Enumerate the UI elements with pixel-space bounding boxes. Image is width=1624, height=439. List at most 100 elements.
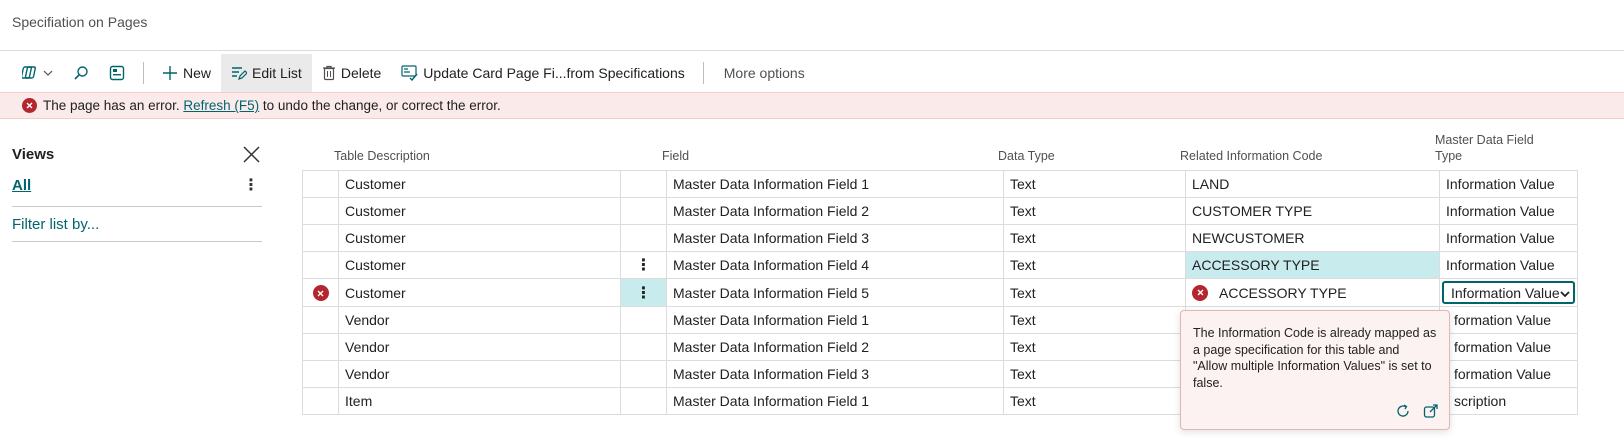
column-header-data-type[interactable]: Data Type	[998, 148, 1055, 164]
views-pane: Views All ⋮ Filter list by...	[12, 140, 262, 242]
table-row[interactable]: Customer Master Data Information Field 3…	[302, 224, 1578, 252]
update-card-page-button[interactable]: Update Card Page Fi...from Specification…	[391, 54, 694, 92]
cell-table-description[interactable]: Customer	[338, 278, 621, 307]
field-error-icon	[1192, 284, 1208, 301]
row-menu-cell[interactable]	[620, 333, 667, 361]
update-card-page-label: Update Card Page Fi...from Specification…	[423, 65, 685, 81]
master-type-select[interactable]: Information Value	[1439, 278, 1578, 307]
cell-related-code[interactable]: CUSTOMER TYPE	[1185, 197, 1440, 225]
actions-menu-button[interactable]	[12, 54, 63, 92]
cell-related-code[interactable]: ACCESSORY TYPE	[1185, 251, 1440, 279]
column-header-related-information-code[interactable]: Related Information Code	[1180, 148, 1322, 164]
cell-data-type[interactable]: Text	[1003, 251, 1186, 279]
new-button[interactable]: New	[152, 54, 221, 92]
more-options-button[interactable]: More options	[712, 54, 815, 92]
row-actions-icon[interactable]: ⋮	[636, 257, 652, 274]
chevron-down-icon	[43, 69, 53, 77]
cell-field[interactable]: Master Data Information Field 3	[666, 360, 1004, 388]
toolbar-separator	[143, 62, 144, 84]
new-label: New	[183, 65, 212, 81]
cell-master-type[interactable]: Information Value	[1439, 170, 1578, 198]
cell-data-type[interactable]: Text	[1003, 197, 1186, 225]
view-all-link[interactable]: All	[12, 177, 31, 194]
cell-table-description[interactable]: Vendor	[338, 306, 621, 334]
cell-table-description[interactable]: Item	[338, 387, 621, 415]
cell-data-type[interactable]: Text	[1003, 306, 1186, 334]
cell-data-type[interactable]: Text	[1003, 387, 1186, 415]
share-icon[interactable]	[1423, 403, 1439, 419]
cell-field[interactable]: Master Data Information Field 1	[666, 387, 1004, 415]
cell-field[interactable]: Master Data Information Field 1	[666, 170, 1004, 198]
cell-master-type[interactable]: formation Value	[1439, 333, 1578, 361]
cell-data-type[interactable]: Text	[1003, 360, 1186, 388]
layout-button[interactable]	[99, 54, 135, 92]
column-header-table-description[interactable]: Table Description	[334, 148, 430, 164]
title-divider	[0, 50, 1624, 51]
cell-table-description[interactable]: Customer	[338, 170, 621, 198]
row-menu-cell[interactable]	[620, 306, 667, 334]
row-menu-cell[interactable]: ⋮	[620, 251, 667, 279]
cell-field[interactable]: Master Data Information Field 5	[666, 278, 1004, 307]
row-actions-icon[interactable]: ⋮	[636, 285, 652, 302]
edit-list-icon	[231, 65, 248, 81]
cell-master-type[interactable]: Information Value	[1439, 251, 1578, 279]
row-menu-cell[interactable]	[620, 360, 667, 388]
plus-icon	[162, 65, 178, 81]
cell-related-code-error[interactable]: ACCESSORY TYPE	[1185, 278, 1440, 307]
cell-table-description[interactable]: Vendor	[338, 333, 621, 361]
column-header-master-data-field-type[interactable]: Master Data Field Type	[1435, 132, 1555, 164]
views-title: Views	[12, 145, 55, 163]
row-indicator	[302, 197, 339, 225]
search-icon	[73, 65, 89, 81]
cell-master-type[interactable]: Information Value	[1439, 197, 1578, 225]
row-menu-cell[interactable]	[620, 197, 667, 225]
table-row-error[interactable]: Customer ⋮ Master Data Information Field…	[302, 278, 1578, 307]
filter-list-by-link[interactable]: Filter list by...	[12, 207, 262, 241]
cell-master-type[interactable]: formation Value	[1439, 306, 1578, 334]
validation-error-tooltip: The Information Code is already mapped a…	[1180, 310, 1450, 430]
row-menu-cell[interactable]	[620, 387, 667, 415]
cell-master-type[interactable]: Information Value	[1439, 224, 1578, 252]
close-views-button[interactable]	[240, 143, 262, 165]
chevron-down-icon	[1560, 285, 1570, 301]
search-button[interactable]	[63, 54, 99, 92]
cell-field[interactable]: Master Data Information Field 2	[666, 333, 1004, 361]
row-indicator	[302, 360, 339, 388]
cell-field[interactable]: Master Data Information Field 3	[666, 224, 1004, 252]
cell-data-type[interactable]: Text	[1003, 333, 1186, 361]
table-row[interactable]: Customer ⋮ Master Data Information Field…	[302, 251, 1578, 279]
row-menu-cell[interactable]: ⋮	[620, 278, 667, 307]
error-notification-bar: The page has an error. Refresh (F5) to u…	[0, 92, 1624, 119]
cell-table-description[interactable]: Customer	[338, 224, 621, 252]
cell-related-code[interactable]: NEWCUSTOMER	[1185, 224, 1440, 252]
cell-master-type[interactable]: formation Value	[1439, 360, 1578, 388]
row-menu-cell[interactable]	[620, 170, 667, 198]
cell-field[interactable]: Master Data Information Field 4	[666, 251, 1004, 279]
toolbar-separator	[702, 62, 704, 84]
cell-table-description[interactable]: Customer	[338, 251, 621, 279]
cell-related-code[interactable]: LAND	[1185, 170, 1440, 198]
error-text-after: to undo the change, or correct the error…	[262, 98, 501, 113]
cell-data-type[interactable]: Text	[1003, 170, 1186, 198]
cell-field[interactable]: Master Data Information Field 2	[666, 197, 1004, 225]
edit-list-button[interactable]: Edit List	[221, 54, 312, 92]
cell-table-description[interactable]: Vendor	[338, 360, 621, 388]
pages-icon	[22, 65, 40, 81]
table-row[interactable]: Customer Master Data Information Field 1…	[302, 170, 1578, 198]
delete-button[interactable]: Delete	[312, 54, 391, 92]
action-bar: New Edit List Delete Update Card Page Fi…	[12, 54, 815, 92]
table-row[interactable]: Customer Master Data Information Field 2…	[302, 197, 1578, 225]
cell-data-type[interactable]: Text	[1003, 224, 1186, 252]
row-indicator	[302, 251, 339, 279]
cell-table-description[interactable]: Customer	[338, 197, 621, 225]
row-indicator	[302, 224, 339, 252]
refresh-link[interactable]: Refresh (F5)	[183, 98, 259, 113]
refresh-icon[interactable]	[1395, 403, 1411, 419]
cell-field[interactable]: Master Data Information Field 1	[666, 306, 1004, 334]
row-indicator	[302, 387, 339, 415]
view-options-icon[interactable]: ⋮	[240, 175, 262, 195]
row-menu-cell[interactable]	[620, 224, 667, 252]
cell-master-type[interactable]: scription	[1439, 387, 1578, 415]
cell-data-type[interactable]: Text	[1003, 278, 1186, 307]
column-header-field[interactable]: Field	[662, 148, 689, 164]
